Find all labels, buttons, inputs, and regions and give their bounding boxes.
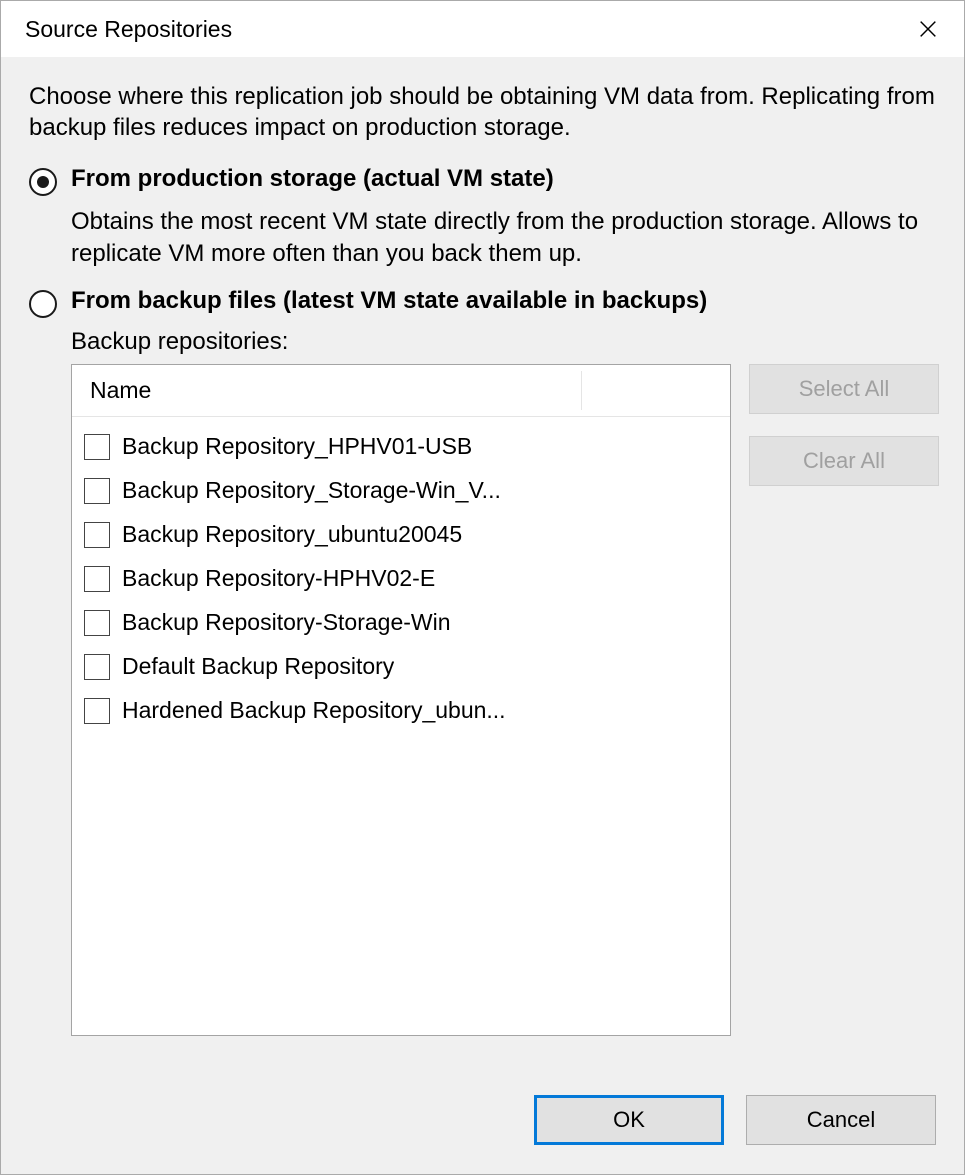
list-item-label: Default Backup Repository	[122, 653, 394, 680]
list-item-label: Backup Repository-Storage-Win	[122, 609, 451, 636]
column-header-name: Name	[90, 377, 151, 404]
list-item[interactable]: Hardened Backup Repository_ubun...	[72, 689, 730, 733]
close-icon	[917, 18, 939, 40]
radio-production[interactable]	[29, 168, 57, 196]
dialog-title: Source Repositories	[25, 16, 908, 43]
select-all-button[interactable]: Select All	[749, 364, 939, 414]
option-backup[interactable]: From backup files (latest VM state avail…	[29, 287, 936, 318]
list-item[interactable]: Backup Repository_Storage-Win_V...	[72, 469, 730, 513]
list-item-label: Backup Repository_ubuntu20045	[122, 521, 462, 548]
radio-backup[interactable]	[29, 290, 57, 318]
list-item-label: Hardened Backup Repository_ubun...	[122, 697, 506, 724]
list-item[interactable]: Backup Repository_ubuntu20045	[72, 513, 730, 557]
checkbox[interactable]	[84, 698, 110, 724]
titlebar: Source Repositories	[1, 1, 964, 57]
source-repositories-dialog: Source Repositories Choose where this re…	[0, 0, 965, 1175]
repo-area: Name Backup Repository_HPHV01-USB Backup…	[71, 364, 936, 1086]
ok-button[interactable]: OK	[534, 1095, 724, 1145]
list-item[interactable]: Default Backup Repository	[72, 645, 730, 689]
list-item-label: Backup Repository-HPHV02-E	[122, 565, 435, 592]
list-item-label: Backup Repository_HPHV01-USB	[122, 433, 472, 460]
checkbox[interactable]	[84, 566, 110, 592]
list-item[interactable]: Backup Repository-Storage-Win	[72, 601, 730, 645]
option-backup-label: From backup files (latest VM state avail…	[71, 287, 707, 315]
repo-list: Name Backup Repository_HPHV01-USB Backup…	[71, 364, 731, 1036]
intro-text: Choose where this replication job should…	[29, 81, 936, 143]
option-production-label: From production storage (actual VM state…	[71, 165, 554, 193]
list-item[interactable]: Backup Repository_HPHV01-USB	[72, 425, 730, 469]
option-production-desc: Obtains the most recent VM state directl…	[71, 206, 936, 268]
checkbox[interactable]	[84, 434, 110, 460]
dialog-footer: OK Cancel	[1, 1086, 964, 1174]
list-item-label: Backup Repository_Storage-Win_V...	[122, 477, 501, 504]
option-production[interactable]: From production storage (actual VM state…	[29, 165, 936, 196]
cancel-button[interactable]: Cancel	[746, 1095, 936, 1145]
dialog-content: Choose where this replication job should…	[1, 57, 964, 1086]
repo-list-header[interactable]: Name	[72, 365, 730, 417]
checkbox[interactable]	[84, 522, 110, 548]
list-item[interactable]: Backup Repository-HPHV02-E	[72, 557, 730, 601]
checkbox[interactable]	[84, 654, 110, 680]
backup-repositories-label: Backup repositories:	[71, 328, 936, 356]
clear-all-button[interactable]: Clear All	[749, 436, 939, 486]
side-buttons: Select All Clear All	[749, 364, 939, 1086]
checkbox[interactable]	[84, 478, 110, 504]
close-button[interactable]	[908, 9, 948, 49]
repo-items: Backup Repository_HPHV01-USB Backup Repo…	[72, 417, 730, 1035]
checkbox[interactable]	[84, 610, 110, 636]
